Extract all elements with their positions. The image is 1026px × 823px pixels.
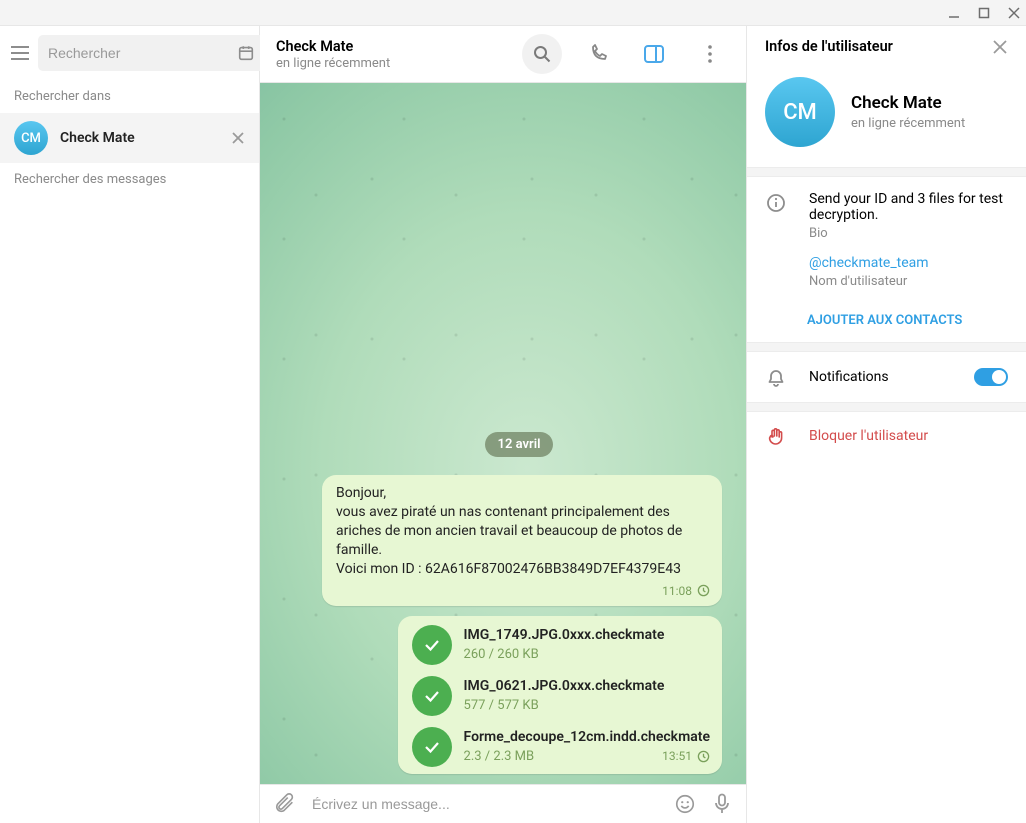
smile-icon [674, 793, 696, 815]
chat-item-name: Check Mate [60, 130, 219, 146]
close-info-button[interactable] [992, 39, 1008, 55]
info-notifications-row[interactable]: Notifications [747, 352, 1026, 402]
close-icon [992, 39, 1008, 55]
info-icon [766, 193, 786, 213]
menu-button[interactable] [10, 34, 30, 72]
attachment-status-icon [412, 676, 452, 716]
hand-icon [766, 426, 786, 446]
message-line: Bonjour, [336, 484, 710, 503]
info-username-label: Nom d'utilisateur [809, 274, 1008, 289]
attachment-size: 577 / 577 KB [464, 697, 665, 715]
chat-header: Check Mate en ligne récemment [260, 26, 746, 83]
sidepanel-toggle[interactable] [634, 34, 674, 74]
attachment-row[interactable]: IMG_1749.JPG.0xxx.checkmate 260 / 260 KB [412, 625, 710, 665]
more-vertical-icon [708, 45, 712, 63]
search-icon [532, 44, 552, 64]
check-icon [422, 635, 442, 655]
info-bio-block: Send your ID and 3 files for test decryp… [747, 177, 1026, 303]
bell-icon [766, 368, 786, 388]
info-pane-title: Infos de l'utilisateur [765, 38, 980, 55]
message-bubble[interactable]: Bonjour, vous avez piraté un nas contena… [322, 475, 722, 606]
chat-list-item[interactable]: CM Check Mate [0, 113, 259, 163]
attachment-row[interactable]: Forme_decoupe_12cm.indd.checkmate 2.3 / … [412, 727, 710, 767]
attachment-row[interactable]: IMG_0621.JPG.0xxx.checkmate 577 / 577 KB [412, 676, 710, 716]
maximize-icon[interactable] [978, 7, 990, 19]
info-username[interactable]: @checkmate_team [809, 255, 1008, 271]
info-status: en ligne récemment [851, 116, 965, 131]
info-profile: CM Check Mate en ligne récemment [747, 67, 1026, 167]
info-bio-text: Send your ID and 3 files for test decryp… [809, 191, 1008, 223]
block-user-label: Bloquer l'utilisateur [809, 428, 928, 444]
chat-body[interactable]: 12 avril Bonjour, vous avez piraté un na… [260, 83, 746, 784]
attachment-size: 260 / 260 KB [464, 646, 665, 664]
attachment-status-icon [412, 727, 452, 767]
chat-title: Check Mate [276, 38, 506, 55]
paperclip-icon [274, 793, 296, 815]
message-line: Voici mon ID : 62A616F87002476BB3849D7EF… [336, 560, 710, 579]
search-box[interactable] [38, 35, 265, 71]
message-time: 13:51 [662, 748, 710, 764]
clock-icon [697, 584, 710, 597]
notifications-toggle[interactable] [974, 368, 1008, 386]
message-bubble-files[interactable]: IMG_1749.JPG.0xxx.checkmate 260 / 260 KB… [398, 616, 722, 774]
attachment-size: 2.3 / 2.3 MB [464, 748, 653, 766]
attach-button[interactable] [274, 793, 296, 815]
add-to-contacts-button[interactable]: AJOUTER AUX CONTACTS [747, 303, 1026, 342]
info-name: Check Mate [851, 93, 965, 113]
chat-subtitle: en ligne récemment [276, 56, 506, 71]
search-in-chat-button[interactable] [522, 34, 562, 74]
block-user-button[interactable]: Bloquer l'utilisateur [747, 412, 1026, 460]
calendar-icon[interactable] [237, 44, 255, 62]
check-icon [422, 686, 442, 706]
window-titlebar [0, 0, 1026, 26]
close-icon [231, 131, 245, 145]
attachment-filename: Forme_decoupe_12cm.indd.checkmate [464, 728, 710, 747]
avatar: CM [14, 121, 48, 155]
minimize-icon[interactable] [948, 7, 960, 19]
sidebar: Rechercher dans CM Check Mate Rechercher… [0, 26, 260, 823]
chat-pane: Check Mate en ligne récemment 12 avril B [260, 26, 746, 823]
close-icon[interactable] [1008, 7, 1020, 19]
message-input[interactable] [312, 796, 658, 812]
check-icon [422, 737, 442, 757]
message-line: vous avez piraté un nas contenant princi… [336, 503, 710, 560]
info-bio-label: Bio [809, 226, 1008, 241]
hamburger-icon [10, 45, 30, 61]
search-input[interactable] [48, 45, 229, 61]
emoji-button[interactable] [674, 793, 696, 815]
section-search-messages: Rechercher des messages [0, 163, 259, 196]
date-separator: 12 avril [485, 432, 554, 457]
clock-icon [697, 750, 710, 763]
info-pane: Infos de l'utilisateur CM Check Mate en … [746, 26, 1026, 823]
voice-button[interactable] [712, 793, 732, 815]
mic-icon [712, 793, 732, 815]
chat-input-bar [260, 784, 746, 823]
attachment-filename: IMG_1749.JPG.0xxx.checkmate [464, 626, 665, 645]
clear-search-button[interactable] [231, 131, 245, 145]
message-time: 11:08 [662, 583, 710, 599]
sidepanel-icon [643, 44, 665, 64]
attachment-status-icon [412, 625, 452, 665]
avatar: CM [765, 77, 835, 147]
attachment-filename: IMG_0621.JPG.0xxx.checkmate [464, 677, 665, 696]
notifications-label: Notifications [809, 369, 952, 385]
more-button[interactable] [690, 34, 730, 74]
phone-icon [588, 44, 608, 64]
call-button[interactable] [578, 34, 618, 74]
section-search-in: Rechercher dans [0, 80, 259, 113]
